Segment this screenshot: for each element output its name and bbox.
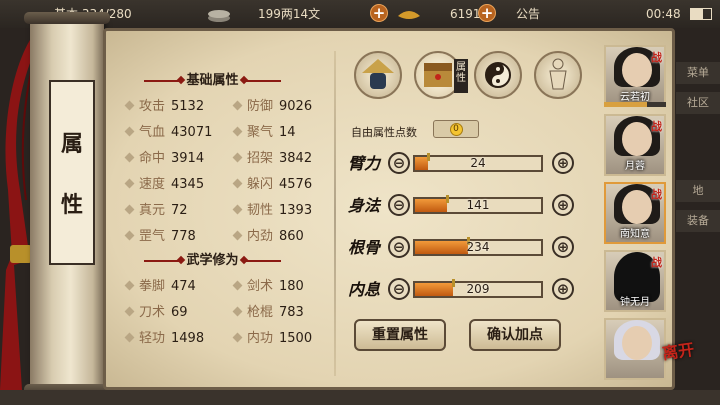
- battle-badge: 战: [651, 120, 662, 133]
- character-card[interactable]: 战 南知意: [604, 182, 666, 244]
- notice-label[interactable]: 公告: [516, 4, 540, 24]
- chest-icon[interactable]: 属性: [414, 51, 468, 99]
- stat-true-yuan: 真元 72: [124, 199, 188, 218]
- attr-name-breath: 内息: [348, 280, 381, 299]
- attr-plus-button[interactable]: ⊕: [552, 194, 574, 216]
- battle-badge: 战: [651, 51, 662, 64]
- money-value: 199两14文: [258, 7, 321, 21]
- character-card[interactable]: 战 钟无月: [604, 250, 666, 312]
- character-hp-bar: [604, 102, 666, 107]
- stat-blade: 刀术 69: [124, 301, 188, 320]
- stat-gang-qi: 罡气 778: [124, 225, 196, 244]
- battle-badge: 战: [651, 188, 662, 201]
- stat-spear: 枪棍 783: [232, 301, 304, 320]
- attr-minus-button[interactable]: ⊖: [388, 152, 410, 174]
- basic-stats-title: 基础属性: [144, 69, 282, 88]
- battle-badge: 战: [651, 256, 662, 269]
- character-card[interactable]: 战 云若初: [604, 45, 666, 107]
- bottom-bar: [0, 390, 720, 405]
- character-name: 南知意: [620, 229, 650, 240]
- stat-toughness: 韧性 1393: [232, 199, 312, 218]
- point-coin-icon: 0: [449, 123, 463, 136]
- character-card[interactable]: [604, 318, 666, 380]
- attr-plus-button[interactable]: ⊕: [552, 152, 574, 174]
- attr-name-constitution: 根骨: [348, 238, 381, 257]
- attr-name-strength: 臂力: [348, 154, 381, 173]
- leave-button[interactable]: 离开: [660, 336, 695, 364]
- attr-bar-constitution: 234: [413, 237, 543, 256]
- character-name: 月蓉: [625, 161, 645, 172]
- ingot-icon: [396, 4, 422, 24]
- stat-lightness: 轻功 1498: [124, 327, 204, 346]
- character-card[interactable]: 战 月蓉: [604, 114, 666, 176]
- stat-hp: 气血 43071: [124, 121, 212, 140]
- character-name: 云若初: [620, 92, 650, 103]
- stat-attack: 攻击 5132: [124, 95, 204, 114]
- active-tab-tag: 属性: [454, 59, 468, 93]
- stat-gather-qi: 聚气 14: [232, 121, 296, 140]
- stat-hit: 命中 3914: [124, 147, 204, 166]
- battery-icon: [690, 8, 712, 20]
- attr-name-agility: 身法: [348, 196, 381, 215]
- scroll-title: 属 性: [49, 80, 95, 265]
- clock-time: 00:48: [646, 7, 681, 21]
- stat-parry: 招架 3842: [232, 147, 312, 166]
- confirm-points-button[interactable]: 确认加点: [469, 319, 561, 351]
- martial-stats-title: 武学修为: [144, 249, 282, 268]
- attr-minus-button[interactable]: ⊖: [388, 236, 410, 258]
- attr-minus-button[interactable]: ⊖: [388, 278, 410, 300]
- attr-minus-button[interactable]: ⊖: [388, 194, 410, 216]
- attr-bar-agility: 141: [413, 195, 543, 214]
- stat-dodge: 躲闪 4576: [232, 173, 312, 192]
- reset-attributes-button[interactable]: 重置属性: [354, 319, 446, 351]
- stat-speed: 速度 4345: [124, 173, 204, 192]
- scroll-title-char-1: 属: [60, 131, 83, 158]
- attribute-panel: 基础属性 攻击 5132 防御 9026 气血 43071 聚气 14 命中 3914 招…: [103, 28, 675, 390]
- add-ingot-button[interactable]: +: [478, 4, 496, 24]
- hat-character-icon[interactable]: [354, 51, 402, 99]
- attr-value: 234: [466, 240, 490, 254]
- stat-defense: 防御 9026: [232, 95, 312, 114]
- attr-plus-button[interactable]: ⊕: [552, 278, 574, 300]
- scroll-title-char-2: 性: [60, 191, 83, 218]
- scroll-rod-top: [24, 12, 110, 24]
- free-points-label: 自由属性点数: [351, 126, 417, 139]
- attr-value: 209: [466, 282, 490, 296]
- attr-bar-strength: 24: [413, 153, 543, 172]
- stat-inner-force: 内劲 860: [232, 225, 304, 244]
- stat-sword: 剑术 180: [232, 275, 304, 294]
- attr-plus-button[interactable]: ⊕: [552, 236, 574, 258]
- attr-bar-breath: 209: [413, 279, 543, 298]
- body-meridian-icon[interactable]: [534, 51, 582, 99]
- add-money-button[interactable]: +: [370, 4, 388, 24]
- character-name: 钟无月: [620, 297, 650, 308]
- taiji-icon[interactable]: [474, 51, 522, 99]
- attr-value: 24: [470, 156, 486, 170]
- free-points-value: 0: [433, 120, 479, 138]
- coins-icon: [206, 4, 232, 24]
- attr-value: 141: [466, 198, 490, 212]
- stat-fist: 拳脚 474: [124, 275, 196, 294]
- stat-inner-art: 内功 1500: [232, 327, 312, 346]
- panel-divider: [334, 51, 336, 376]
